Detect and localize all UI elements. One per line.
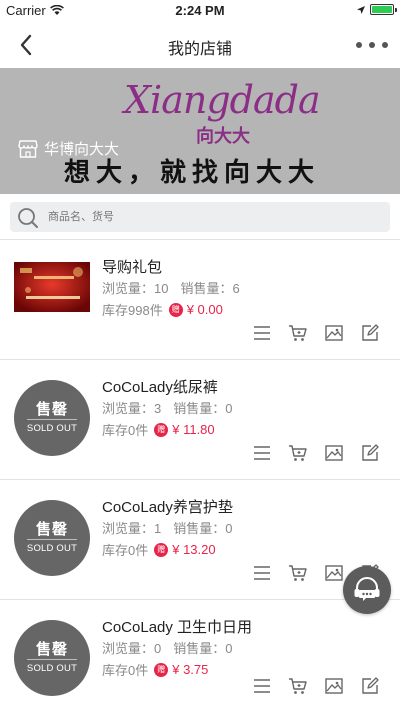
product-price: ¥ 11.80 bbox=[172, 422, 215, 437]
status-time: 2:24 PM bbox=[175, 3, 225, 18]
product-name: 导购礼包 bbox=[102, 259, 163, 276]
product-item[interactable]: 售罄 SOLD OUT CoCoLady纸尿裤 浏览量：3 销售量：0 库存0件 … bbox=[0, 360, 400, 480]
more-dot-icon bbox=[382, 42, 388, 48]
customer-service-button[interactable] bbox=[343, 566, 391, 614]
gift-badge: 赠 bbox=[168, 302, 183, 317]
more-dot-icon bbox=[369, 42, 375, 48]
shop-name: 华博向大大 bbox=[44, 141, 120, 158]
views-count: 浏览量：1 bbox=[102, 521, 162, 536]
list-icon[interactable] bbox=[252, 443, 272, 463]
product-stats: 浏览量：0 销售量：0 bbox=[102, 638, 232, 657]
image-icon[interactable] bbox=[324, 563, 344, 583]
gift-badge: 赠 bbox=[154, 662, 169, 677]
product-item[interactable]: 售罄 SOLD OUT CoCoLady养宫护垫 浏览量：1 销售量：0 库存0件… bbox=[0, 480, 400, 600]
sold-out-label-cn: 售罄 bbox=[35, 521, 68, 538]
stock-count: 库存998件 bbox=[102, 303, 163, 318]
product-actions bbox=[252, 323, 380, 343]
status-bar: Carrier 2:24 PM bbox=[0, 0, 400, 22]
sold-out-label-cn: 售罄 bbox=[35, 641, 68, 658]
sales-count: 销售量：0 bbox=[173, 521, 233, 536]
product-actions bbox=[252, 676, 380, 696]
product-price: ¥ 0.00 bbox=[186, 302, 223, 317]
sold-out-label-cn: 售罄 bbox=[35, 401, 68, 418]
edit-icon[interactable] bbox=[360, 323, 380, 343]
product-name: CoCoLady 卫生巾日用 bbox=[102, 619, 253, 636]
shop-banner: Xiangdada 向大大 想大，就找向大大 华博向大大 bbox=[0, 68, 400, 194]
battery-icon bbox=[370, 4, 397, 15]
list-icon[interactable] bbox=[252, 676, 272, 696]
product-stats: 浏览量：10 销售量：6 bbox=[102, 278, 240, 297]
cart-icon[interactable] bbox=[288, 563, 308, 583]
sold-out-label-en: SOLD OUT bbox=[26, 543, 78, 554]
sales-count: 销售量：0 bbox=[173, 401, 233, 416]
list-icon[interactable] bbox=[252, 563, 272, 583]
cart-icon[interactable] bbox=[288, 323, 308, 343]
product-actions bbox=[252, 443, 380, 463]
sold-out-label-en: SOLD OUT bbox=[26, 663, 78, 674]
sales-count: 销售量：0 bbox=[173, 641, 233, 656]
edit-icon[interactable] bbox=[360, 676, 380, 696]
product-thumbnail bbox=[14, 262, 90, 312]
more-dot-icon bbox=[356, 42, 362, 48]
edit-icon[interactable] bbox=[360, 443, 380, 463]
search-icon bbox=[18, 208, 38, 228]
location-arrow-icon bbox=[357, 5, 365, 14]
nav-bar: 我的店铺 bbox=[0, 22, 400, 68]
cart-icon[interactable] bbox=[288, 676, 308, 696]
image-icon[interactable] bbox=[324, 676, 344, 696]
sold-out-label-en: SOLD OUT bbox=[26, 423, 78, 434]
search-box[interactable] bbox=[10, 202, 390, 232]
cart-icon[interactable] bbox=[288, 443, 308, 463]
product-item[interactable]: 导购礼包 浏览量：10 销售量：6 库存998件 赠 ¥ 0.00 bbox=[0, 240, 400, 360]
headset-chat-icon bbox=[354, 577, 380, 601]
sold-out-badge: 售罄 SOLD OUT bbox=[14, 380, 90, 456]
list-icon[interactable] bbox=[252, 323, 272, 343]
sold-out-badge: 售罄 SOLD OUT bbox=[14, 500, 90, 576]
product-stock-row: 库存0件 赠 ¥ 3.75 bbox=[102, 660, 208, 679]
battery-level bbox=[372, 6, 392, 13]
gift-pack-image bbox=[14, 262, 90, 312]
sold-out-badge: 售罄 SOLD OUT bbox=[14, 620, 90, 696]
gift-badge: 赠 bbox=[154, 422, 169, 437]
product-item[interactable]: 售罄 SOLD OUT CoCoLady 卫生巾日用 浏览量：0 销售量：0 库存… bbox=[0, 600, 400, 710]
search-input[interactable] bbox=[48, 202, 378, 232]
shop-name-tag[interactable]: 华博向大大 bbox=[18, 138, 119, 159]
product-stats: 浏览量：1 销售量：0 bbox=[102, 518, 232, 537]
stock-count: 库存0件 bbox=[102, 543, 149, 558]
gift-badge: 赠 bbox=[154, 542, 169, 557]
views-count: 浏览量：0 bbox=[102, 641, 162, 656]
product-stats: 浏览量：3 销售量：0 bbox=[102, 398, 232, 417]
status-right bbox=[356, 4, 397, 15]
views-count: 浏览量：10 bbox=[102, 281, 169, 296]
image-icon[interactable] bbox=[324, 443, 344, 463]
product-price: ¥ 13.20 bbox=[172, 542, 216, 557]
more-options-button[interactable] bbox=[356, 34, 388, 56]
brand-logo-cn: 向大大 bbox=[196, 126, 250, 146]
search-bar bbox=[0, 194, 400, 240]
product-stock-row: 库存0件 赠 ¥ 13.20 bbox=[102, 540, 216, 559]
stock-count: 库存0件 bbox=[102, 423, 149, 438]
brand-logo-script: Xiangdada bbox=[124, 78, 321, 122]
product-name: CoCoLady养宫护垫 bbox=[102, 499, 233, 516]
product-stock-row: 库存0件 赠 ¥ 11.80 bbox=[102, 420, 215, 439]
store-icon bbox=[18, 139, 38, 158]
page-title: 我的店铺 bbox=[167, 41, 232, 58]
views-count: 浏览量：3 bbox=[102, 401, 162, 416]
product-name: CoCoLady纸尿裤 bbox=[102, 379, 218, 396]
product-price: ¥ 3.75 bbox=[172, 662, 209, 677]
sales-count: 销售量：6 bbox=[180, 281, 240, 296]
image-icon[interactable] bbox=[324, 323, 344, 343]
product-stock-row: 库存998件 赠 ¥ 0.00 bbox=[102, 300, 223, 319]
stock-count: 库存0件 bbox=[102, 663, 149, 678]
